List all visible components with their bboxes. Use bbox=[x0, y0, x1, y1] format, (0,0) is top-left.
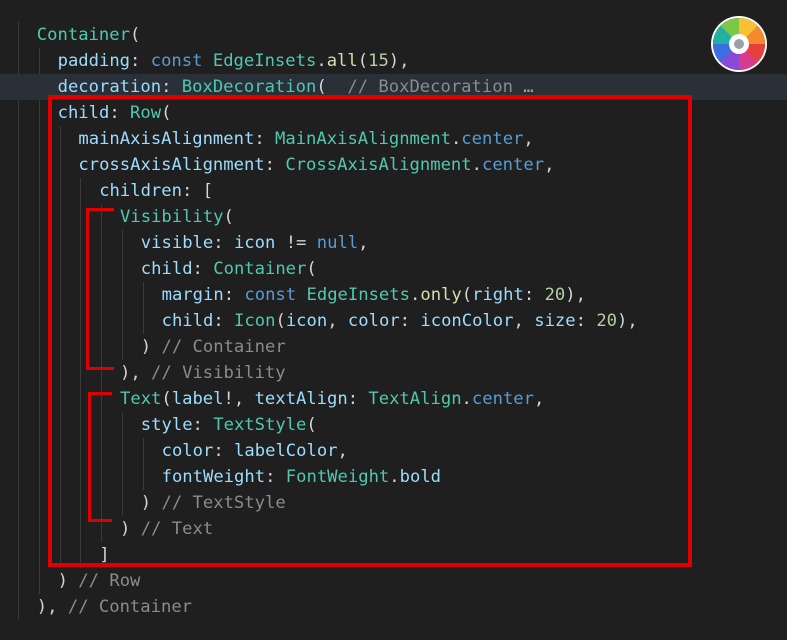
code-text: Container( bbox=[37, 22, 141, 48]
highlight-box-row bbox=[48, 95, 692, 567]
code-token: EdgeInsets bbox=[212, 51, 317, 71]
bracket-visibility bbox=[86, 208, 114, 370]
code-token: ( bbox=[316, 77, 348, 97]
code-token: Container bbox=[36, 25, 130, 45]
code-token: ( bbox=[129, 25, 141, 45]
code-text: ), // Container bbox=[37, 594, 192, 620]
code-token: BoxDecoration bbox=[181, 77, 317, 97]
code-token: ) bbox=[57, 571, 79, 591]
code-token: // Row bbox=[78, 571, 141, 591]
color-wheel-icon[interactable] bbox=[713, 18, 765, 70]
code-token: // Container bbox=[67, 597, 193, 617]
code-token: ), bbox=[388, 51, 410, 71]
bracket-text bbox=[88, 392, 112, 522]
code-line[interactable]: padding: const EdgeInsets.all(15), bbox=[0, 48, 787, 74]
code-text: padding: const EdgeInsets.all(15), bbox=[58, 48, 410, 74]
code-token: decoration bbox=[57, 77, 162, 97]
code-token: all bbox=[326, 51, 358, 71]
code-token: 15 bbox=[368, 51, 389, 71]
code-token: padding bbox=[57, 51, 131, 71]
code-token: // BoxDecoration bbox=[347, 77, 513, 97]
code-editor[interactable]: Container(padding: const EdgeInsets.all(… bbox=[0, 0, 787, 640]
code-line[interactable]: ) // Row bbox=[0, 568, 787, 594]
code-token: : bbox=[130, 51, 151, 71]
code-line[interactable]: Container( bbox=[0, 22, 787, 48]
code-token: : bbox=[161, 77, 182, 97]
code-text: ) // Row bbox=[58, 568, 141, 594]
color-wheel-center bbox=[729, 34, 749, 54]
color-wheel-dot bbox=[734, 39, 744, 49]
code-token: … bbox=[512, 77, 534, 97]
code-line[interactable]: ), // Container bbox=[0, 594, 787, 620]
code-token: ), bbox=[36, 597, 68, 617]
code-token: . bbox=[316, 51, 327, 71]
code-token: ( bbox=[357, 51, 369, 71]
code-token: const bbox=[150, 51, 203, 71]
